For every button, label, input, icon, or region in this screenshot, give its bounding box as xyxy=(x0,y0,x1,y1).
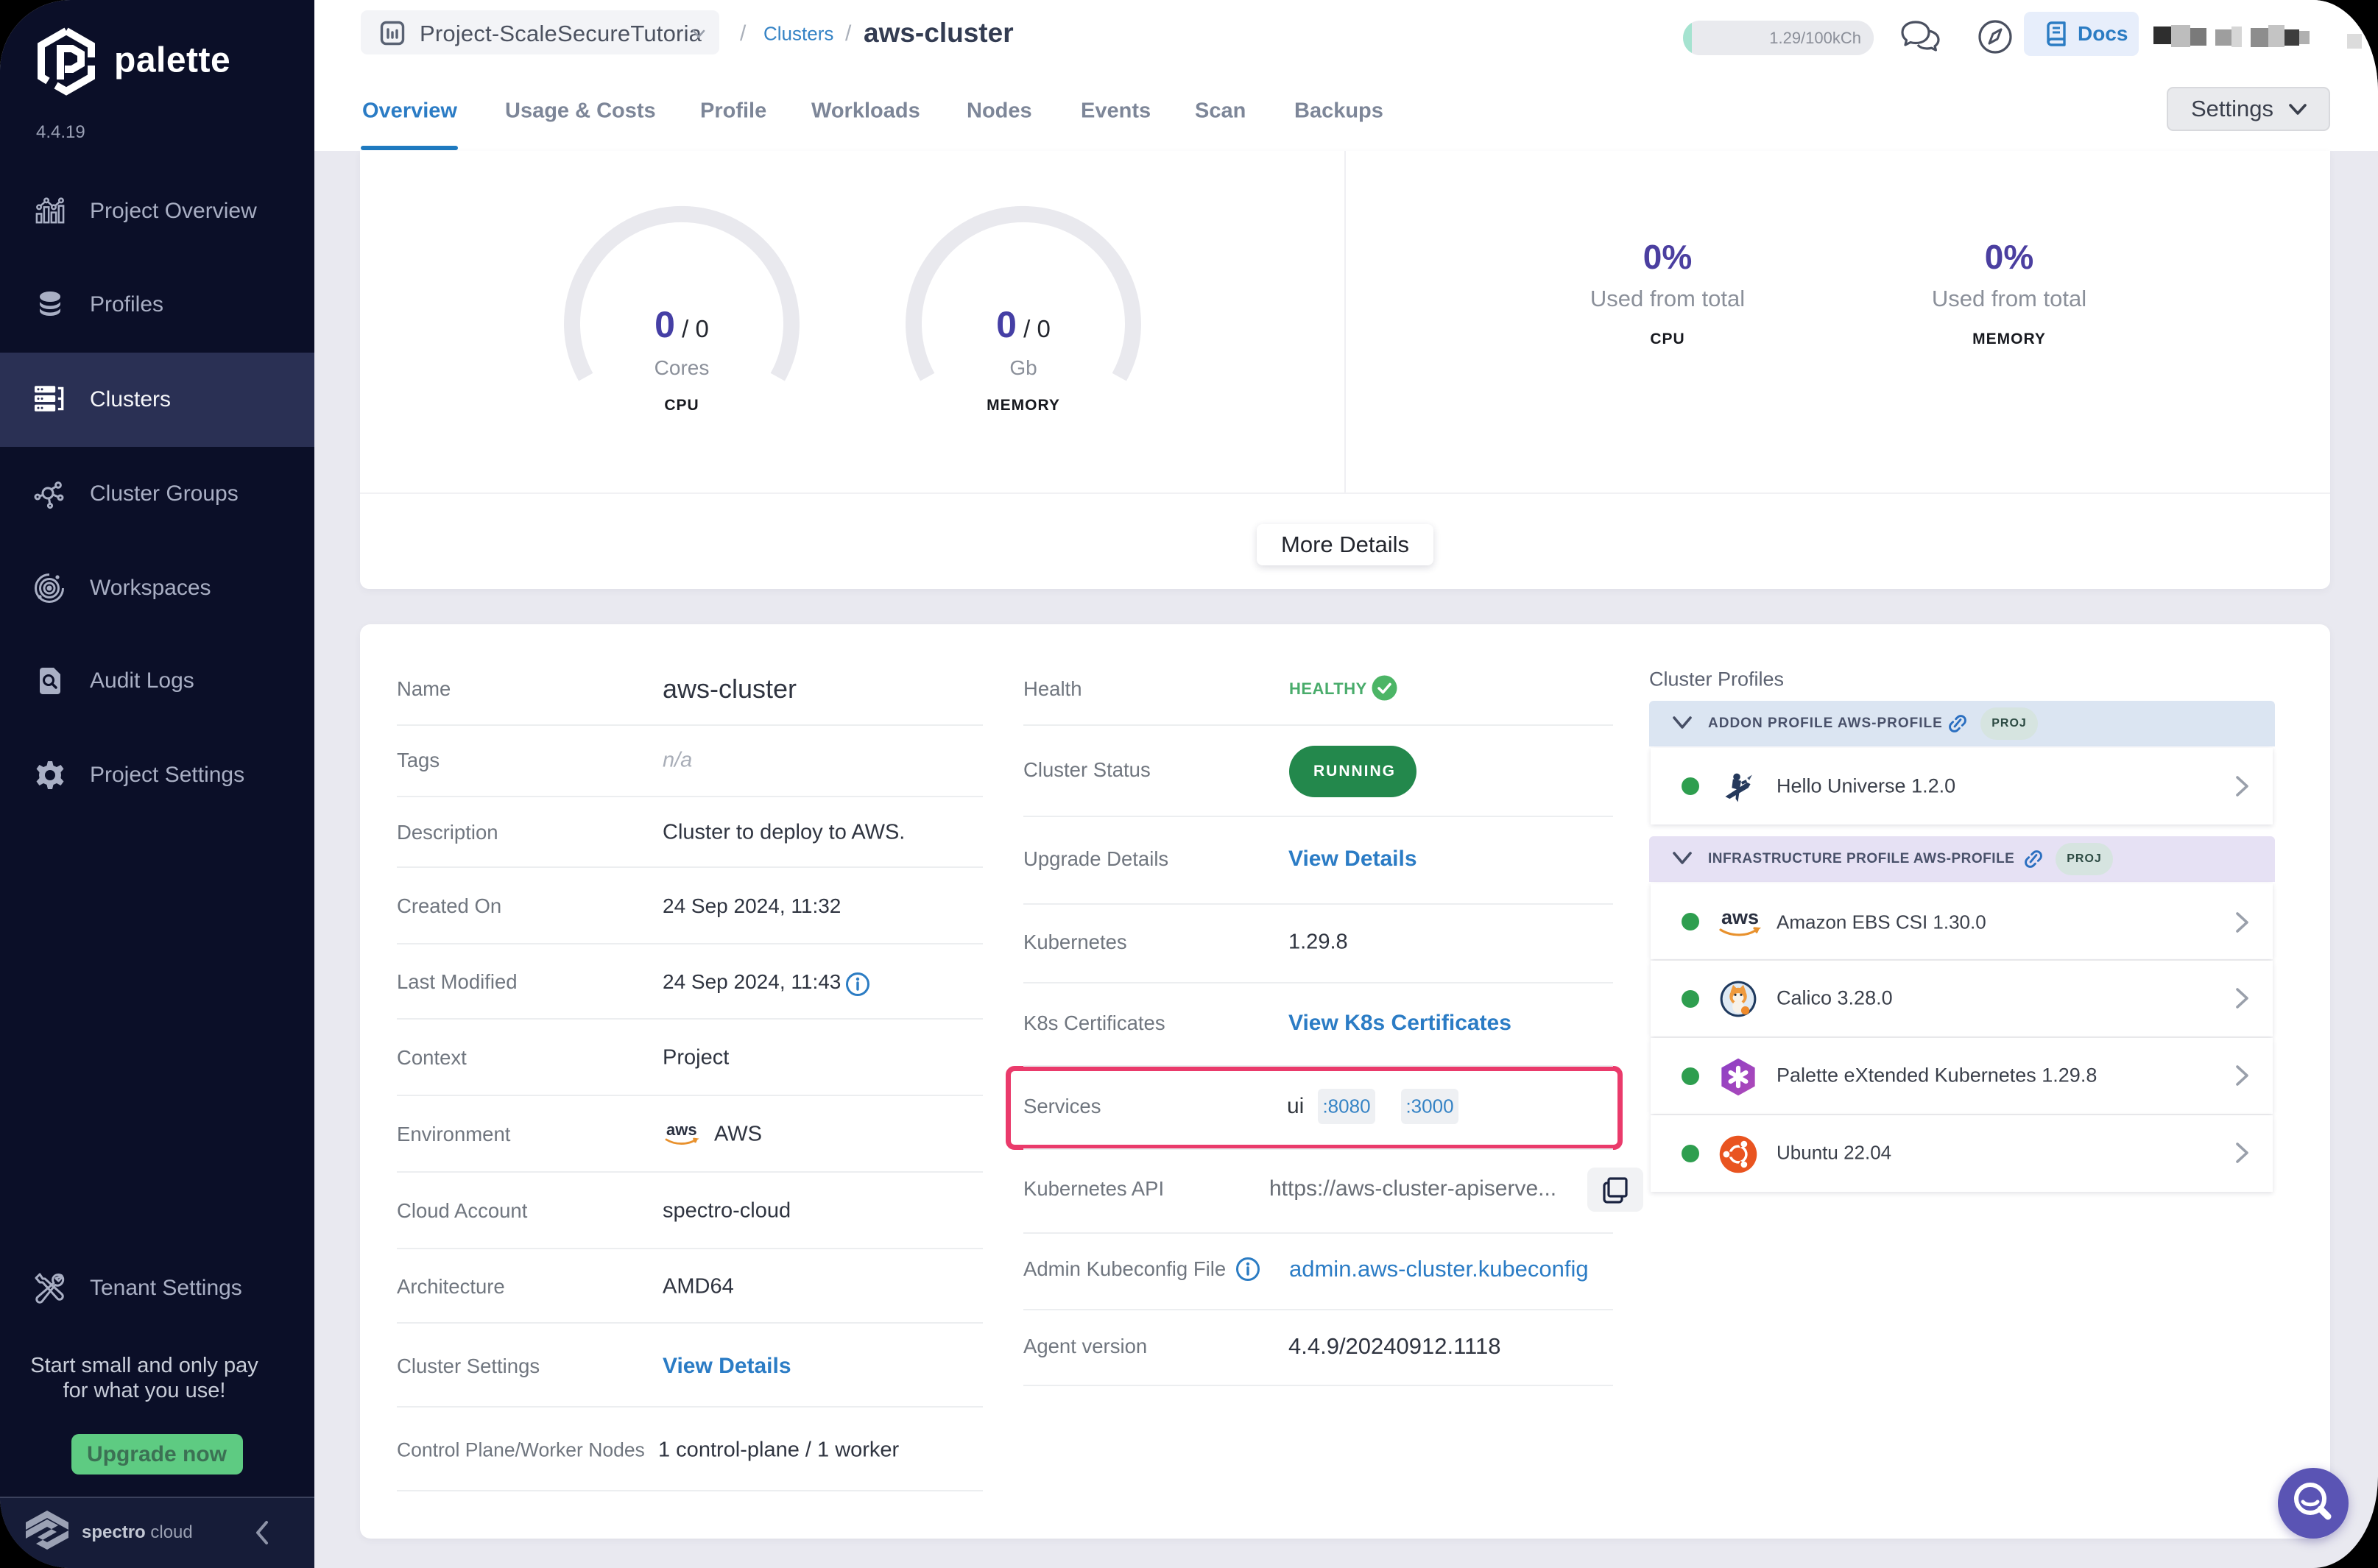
svg-text:aws: aws xyxy=(666,1120,697,1139)
svg-text:aws: aws xyxy=(1721,906,1759,928)
